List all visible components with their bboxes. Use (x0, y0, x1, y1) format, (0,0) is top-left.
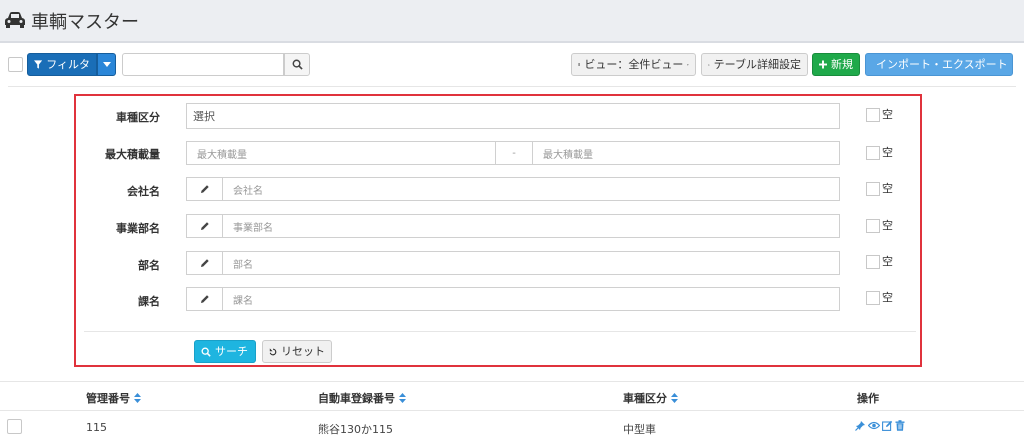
reset-label: リセット (281, 345, 325, 358)
pencil-icon (187, 252, 223, 274)
row-actions (855, 420, 905, 431)
filter-label-department: 部名 (138, 259, 160, 272)
filter-label-max-load: 最大積載量 (105, 148, 160, 161)
new-button-label: 新規 (831, 58, 853, 71)
department-name-placeholder: 部名 (233, 259, 253, 271)
max-load-from-input[interactable]: 最大積載量 (186, 141, 496, 165)
divider (0, 381, 1024, 382)
company-name-input[interactable]: 会社名 (186, 177, 840, 201)
caret-down-icon (102, 62, 111, 67)
department-empty-label: 空 (882, 255, 893, 268)
filter-button[interactable]: フィルタ (27, 53, 97, 76)
caret-down-icon (687, 63, 689, 66)
range-separator: - (496, 141, 532, 165)
trash-icon[interactable] (895, 420, 905, 431)
division-empty-checkbox[interactable] (866, 219, 880, 233)
max-load-to-input[interactable]: 最大積載量 (532, 141, 840, 165)
pencil-icon (187, 178, 223, 200)
pin-icon[interactable] (855, 420, 866, 431)
department-empty-checkbox[interactable] (866, 255, 880, 269)
max-load-empty-checkbox[interactable] (866, 146, 880, 160)
section-name-placeholder: 課名 (233, 295, 253, 307)
pencil-icon (187, 215, 223, 237)
select-all-checkbox[interactable] (8, 57, 23, 72)
column-header-registration[interactable]: 自動車登録番号 (318, 390, 406, 406)
filter-panel: 車種区分 選択 空 最大積載量 最大積載量 - 最大積載量 空 会社名 会社名 … (74, 94, 922, 367)
sort-icon (399, 393, 406, 403)
table-settings-label: テーブル詳細設定 (713, 58, 801, 71)
page-title: 車輌マスター (31, 12, 139, 33)
company-empty-label: 空 (882, 182, 893, 195)
row-checkbox[interactable] (7, 419, 22, 434)
filter-icon (34, 60, 43, 69)
column-header-vehicle-type[interactable]: 車種区分 (623, 390, 678, 406)
max-load-from-placeholder: 最大積載量 (197, 149, 247, 161)
pencil-icon (187, 288, 223, 310)
search-icon (292, 59, 303, 70)
division-empty-label: 空 (882, 219, 893, 232)
range-separator-text: - (512, 147, 516, 159)
search-button[interactable] (284, 53, 310, 76)
filter-label-vehicle-type: 車種区分 (116, 111, 160, 124)
list-icon (578, 63, 581, 66)
division-name-input[interactable]: 事業部名 (186, 214, 840, 238)
filter-label-division: 事業部名 (116, 222, 160, 235)
search-icon (201, 347, 211, 357)
search-input[interactable] (122, 53, 284, 76)
divider (84, 331, 916, 332)
max-load-empty-label: 空 (882, 146, 893, 159)
divider (0, 410, 1024, 411)
filter-button-label: フィルタ (46, 58, 90, 71)
toolbar: フィルタ ビュー：全件ビュー テーブル詳細設定 新規 インポート・エクスポート (0, 44, 1024, 86)
view-selector[interactable]: ビュー：全件ビュー (571, 53, 696, 76)
company-empty-checkbox[interactable] (866, 182, 880, 196)
vehicle-type-placeholder: 選択 (193, 110, 215, 123)
table-settings-button[interactable]: テーブル詳細設定 (701, 53, 808, 76)
column-header-vehicle-type-label: 車種区分 (623, 392, 667, 405)
plus-icon (819, 60, 827, 69)
column-header-id-label: 管理番号 (86, 392, 130, 405)
new-button[interactable]: 新規 (812, 53, 860, 76)
vehicle-type-select[interactable]: 選択 (186, 103, 840, 129)
filter-dropdown-toggle[interactable] (97, 53, 116, 76)
max-load-to-placeholder: 最大積載量 (543, 149, 593, 161)
cell-id: 115 (86, 421, 107, 434)
view-selector-label: ビュー：全件ビュー (584, 58, 684, 71)
import-export-button[interactable]: インポート・エクスポート (865, 53, 1013, 76)
company-name-placeholder: 会社名 (233, 185, 263, 197)
vehicle-type-empty-checkbox[interactable] (866, 108, 880, 122)
search-submit-label: サーチ (215, 345, 248, 358)
car-icon (5, 12, 25, 28)
import-export-label: インポート・エクスポート (876, 58, 1008, 71)
edit-icon[interactable] (882, 420, 893, 431)
column-header-actions: 操作 (857, 390, 879, 406)
column-header-registration-label: 自動車登録番号 (318, 392, 395, 405)
section-empty-checkbox[interactable] (866, 291, 880, 305)
sort-icon (134, 393, 141, 403)
undo-icon (269, 347, 277, 355)
divider (8, 86, 1016, 87)
cell-registration: 熊谷130か115 (318, 423, 393, 436)
department-name-input[interactable]: 部名 (186, 251, 840, 275)
column-header-actions-label: 操作 (857, 392, 879, 405)
section-name-input[interactable]: 課名 (186, 287, 840, 311)
cell-vehicle-type: 中型車 (623, 423, 656, 436)
filter-label-company: 会社名 (127, 185, 160, 198)
vehicle-type-empty-label: 空 (882, 108, 893, 121)
reset-button[interactable]: リセット (262, 340, 332, 363)
filter-label-section: 課名 (138, 295, 160, 308)
division-name-placeholder: 事業部名 (233, 222, 273, 234)
sort-icon (671, 393, 678, 403)
column-header-id[interactable]: 管理番号 (86, 390, 141, 406)
gear-icon (708, 63, 710, 66)
section-empty-label: 空 (882, 291, 893, 304)
page-header: 車輌マスター (0, 0, 1024, 43)
eye-icon[interactable] (868, 420, 880, 431)
search-submit-button[interactable]: サーチ (194, 340, 256, 363)
